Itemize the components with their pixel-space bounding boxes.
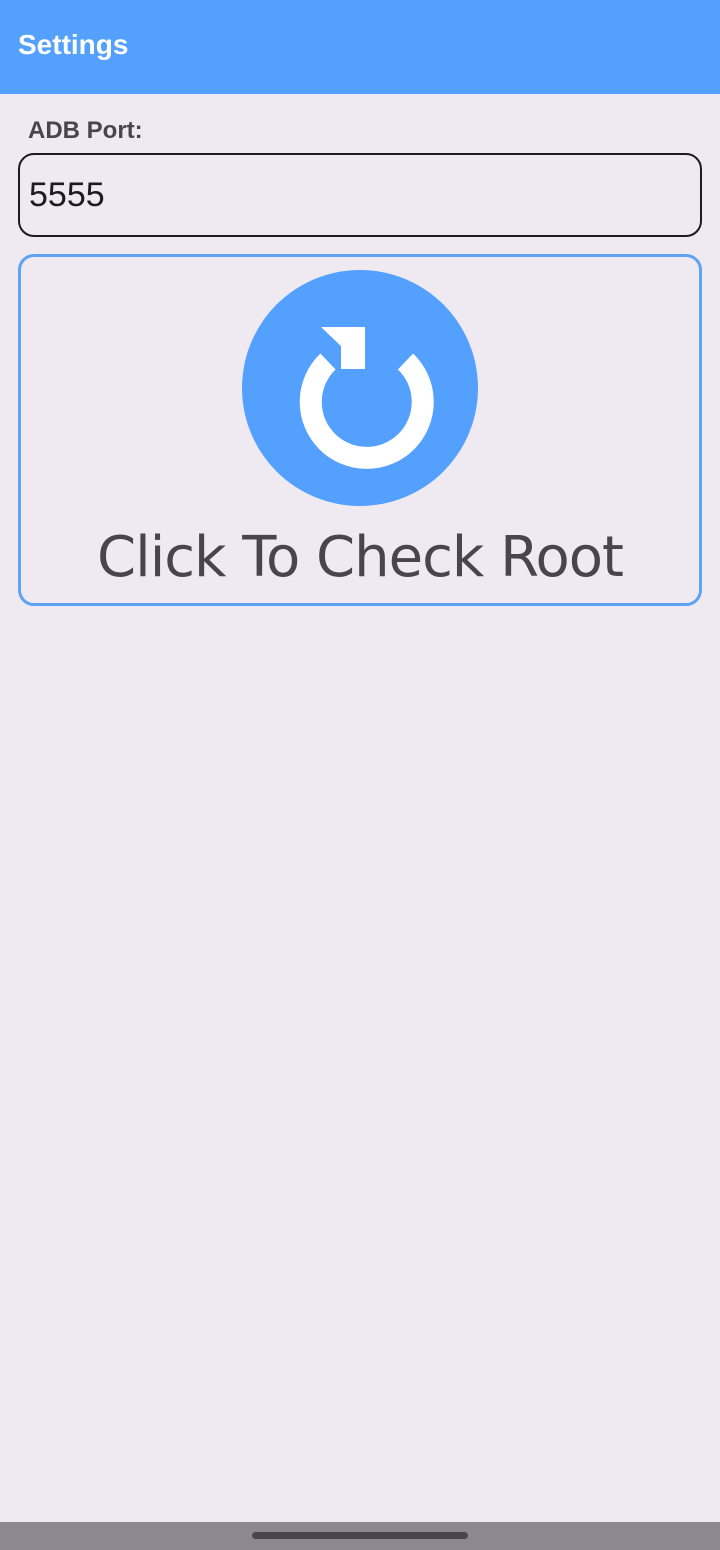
page-title: Settings <box>18 29 129 60</box>
app-bar: Settings <box>0 0 720 94</box>
refresh-icon <box>299 327 434 469</box>
check-root-label: Click To Check Root <box>97 525 624 590</box>
gesture-handle[interactable] <box>252 1532 468 1539</box>
adb-port-label: ADB Port: <box>28 117 143 144</box>
adb-port-input[interactable] <box>18 153 702 237</box>
system-navigation-bar <box>0 1522 720 1550</box>
refresh-button-circle[interactable] <box>242 270 478 506</box>
check-root-button[interactable]: Click To Check Root <box>18 254 702 606</box>
